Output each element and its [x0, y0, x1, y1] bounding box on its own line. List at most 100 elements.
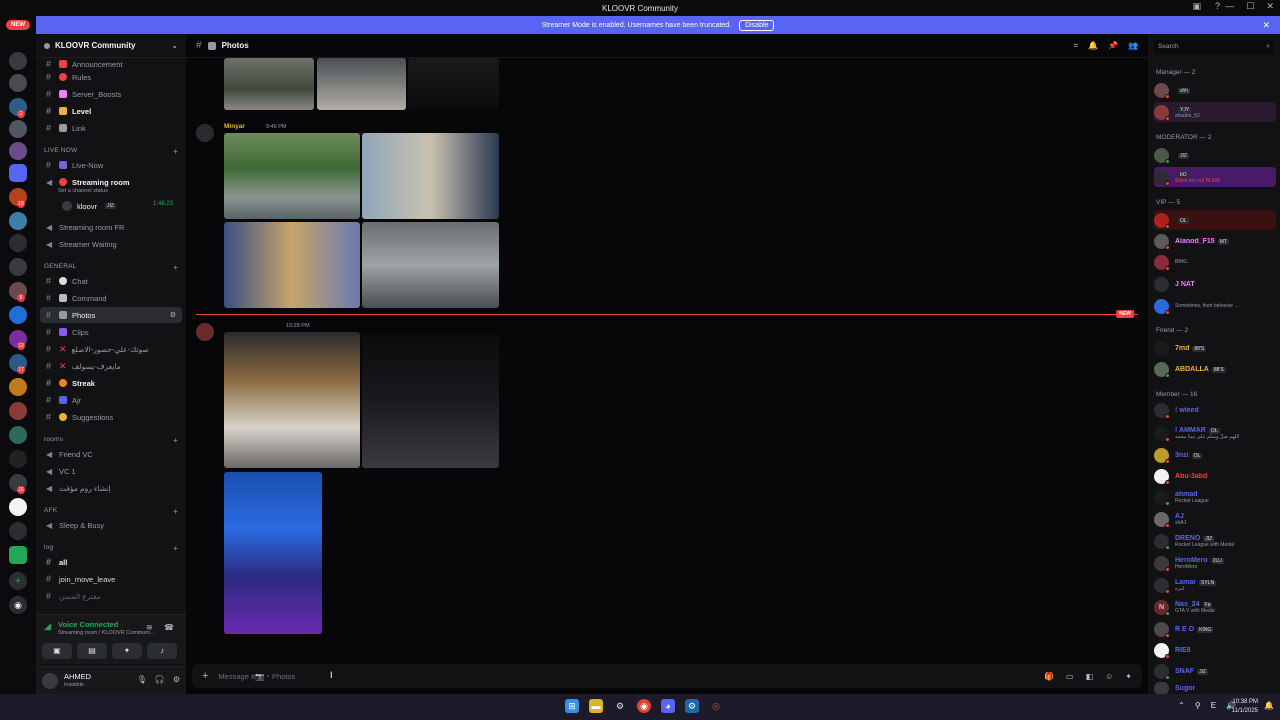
channel-server-boosts[interactable]: # Server_Boosts [40, 86, 182, 102]
channel-status[interactable]: Set a channel status [58, 188, 108, 194]
threads-icon[interactable]: ⌗ [1074, 41, 1079, 51]
server-icon[interactable] [9, 120, 27, 138]
image-attachment[interactable] [224, 133, 360, 219]
image-attachment[interactable] [224, 332, 360, 468]
soundboard-button[interactable]: ♪ [147, 643, 177, 659]
member-list-icon[interactable]: 👥 [1128, 41, 1138, 51]
apps-icon[interactable]: ✦ [1125, 672, 1132, 681]
member-row[interactable]: OL [1154, 210, 1276, 230]
disable-streamer-mode-button[interactable]: Disable [739, 19, 775, 31]
server-icon[interactable] [9, 212, 27, 230]
start-menu-icon[interactable]: ⊞ [565, 699, 579, 713]
camera-off-button[interactable]: ▣ [42, 643, 72, 659]
server-header[interactable]: KLOOVR Community ⌄ [36, 34, 186, 58]
server-icon[interactable]: 12 [9, 330, 27, 350]
channel-arabic-2[interactable]: # ✕ مايعرف-يسولف [40, 358, 182, 374]
channel-vc-1[interactable]: ◀ VC 1 [40, 463, 182, 479]
member-row[interactable]: ahmad Rocket League [1154, 487, 1276, 507]
channel-streak[interactable]: # Streak [40, 375, 182, 391]
activities-button[interactable]: ✦ [112, 643, 142, 659]
category-general[interactable]: GENERAL + [44, 263, 178, 272]
server-icon[interactable] [9, 258, 27, 276]
message-input[interactable]: Message #📷・Photos [218, 671, 295, 682]
usb-icon[interactable]: ⚲ [1195, 701, 1201, 710]
member-row[interactable]: J NAT [1154, 274, 1276, 294]
member-row[interactable]: DRENO JIZ Rocket League with Medal [1154, 531, 1276, 551]
sticker-icon[interactable]: ◧ [1086, 672, 1094, 681]
settings-gear-icon[interactable]: ⚙ [170, 311, 176, 319]
member-row[interactable]: ! wleed [1154, 400, 1276, 420]
avatar[interactable] [42, 673, 58, 689]
server-icon[interactable] [9, 522, 27, 540]
member-row[interactable]: JIZ [1154, 145, 1276, 165]
add-channel-icon[interactable]: + [173, 436, 178, 445]
noise-suppression-icon[interactable]: ≋ [146, 623, 153, 632]
member-row[interactable]: RIE8 [1154, 640, 1276, 660]
chevron-up-icon[interactable]: ⌃ [1178, 701, 1185, 710]
server-icon[interactable] [9, 234, 27, 252]
voice-user-kloovr[interactable]: kloovr JIZ [56, 198, 176, 214]
image-attachment[interactable] [362, 133, 499, 219]
channel-create-temp-room[interactable]: ◀ إنشاء روم مؤقت [40, 480, 182, 496]
maximize-button[interactable]: ☐ [1246, 1, 1254, 12]
image-attachment[interactable] [362, 332, 499, 468]
add-channel-icon[interactable]: + [173, 544, 178, 553]
channel-log-arabic[interactable]: # معترع المسن [40, 588, 182, 604]
discover-icon[interactable]: ◉ [9, 596, 27, 614]
server-icon[interactable] [9, 306, 27, 324]
image-attachment[interactable] [408, 58, 499, 110]
server-icon[interactable] [9, 164, 27, 182]
channel-join-move-leave[interactable]: # join_move_leave [40, 571, 182, 587]
chevron-down-icon[interactable]: ⌄ [171, 41, 178, 50]
member-row[interactable]: ! AMMAR OL اللهم صلِّ وسلِّم على نبينا محم… [1154, 423, 1276, 443]
notification-bell-icon[interactable]: 🔔 [1088, 41, 1098, 51]
server-icon[interactable]: 2 [9, 98, 27, 118]
member-row[interactable]: HeroMero 2LU HeroMero [1154, 553, 1276, 573]
emoji-icon[interactable]: ☺ [1105, 672, 1113, 681]
server-icon[interactable]: 18 [9, 188, 27, 208]
screen-share-button[interactable]: ▤ [77, 643, 107, 659]
channel-level[interactable]: # Level [40, 103, 182, 119]
member-row[interactable]: Sugor [1154, 682, 1276, 694]
category-afk[interactable]: AFK + [44, 507, 178, 516]
file-explorer-icon[interactable]: ▬ [589, 699, 603, 713]
channel-clips[interactable]: # Clips [40, 324, 182, 340]
add-server-icon[interactable]: + [9, 572, 27, 590]
discord-icon[interactable]: ◕ [661, 699, 675, 713]
gif-icon[interactable]: ▭ [1066, 672, 1074, 681]
server-icon[interactable]: 16 [9, 474, 27, 494]
member-row[interactable]: N Nas_24 Fa GTA V with Medal [1154, 597, 1276, 617]
add-channel-icon[interactable]: + [173, 263, 178, 272]
server-icon[interactable] [9, 450, 27, 468]
system-clock[interactable]: 10:38 PM 11/1/2025 [1232, 698, 1258, 716]
member-row[interactable]: YJY shaden_52 [1154, 102, 1276, 122]
channel-rules[interactable]: # Rules [40, 69, 182, 85]
steam-icon[interactable]: ⚙ [685, 699, 699, 713]
chrome-icon[interactable]: ◉ [637, 699, 651, 713]
add-channel-icon[interactable]: + [173, 147, 178, 156]
member-row[interactable]: shh [1154, 80, 1276, 100]
microphone-icon[interactable]: 🎙 [137, 675, 147, 684]
image-attachment[interactable] [224, 472, 322, 634]
disconnect-icon[interactable]: ☎ [164, 623, 174, 632]
category-live-now[interactable]: LIVE NOW + [44, 147, 178, 156]
minimize-button[interactable]: — [1225, 1, 1234, 12]
member-row[interactable]: Abu-3abd [1154, 466, 1276, 486]
add-channel-icon[interactable]: + [173, 507, 178, 516]
channel-ajr[interactable]: # Ajr [40, 392, 182, 408]
server-icon[interactable] [9, 402, 27, 420]
server-icon[interactable] [9, 52, 27, 70]
channel-live-now[interactable]: # Live-Now [40, 157, 182, 173]
server-icon[interactable] [9, 142, 27, 160]
server-icon[interactable]: 8 [9, 282, 27, 302]
inbox-icon[interactable]: ▣ [1192, 1, 1201, 12]
attach-plus-icon[interactable]: + [202, 670, 208, 682]
channel-friend-vc[interactable]: ◀ Friend VC [40, 446, 182, 462]
server-icon[interactable] [9, 426, 27, 444]
channel-command[interactable]: # Command [40, 290, 182, 306]
settings-gear-icon[interactable]: ⚙ [613, 699, 627, 713]
server-icon[interactable] [9, 74, 27, 92]
message-author[interactable]: Minyar [224, 123, 245, 130]
member-row[interactable]: AJ shAJ [1154, 509, 1276, 529]
avatar[interactable] [196, 124, 214, 142]
